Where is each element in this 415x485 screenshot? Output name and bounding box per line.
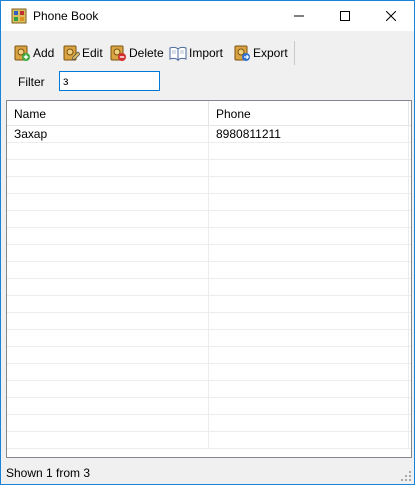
add-button[interactable]: Add	[13, 41, 54, 65]
edit-label: Edit	[82, 46, 103, 60]
close-icon	[386, 11, 396, 21]
empty-row	[7, 296, 411, 313]
delete-label: Delete	[129, 46, 164, 60]
cell-phone	[209, 262, 409, 278]
title-bar[interactable]: Phone Book	[1, 1, 414, 31]
cell-phone	[209, 194, 409, 210]
empty-row	[7, 364, 411, 381]
empty-row	[7, 381, 411, 398]
minimize-icon	[294, 15, 304, 17]
cell-name	[7, 381, 209, 397]
cell-phone	[209, 228, 409, 244]
empty-row	[7, 228, 411, 245]
empty-row	[7, 313, 411, 330]
cell-name	[7, 262, 209, 278]
filter-label: Filter	[18, 75, 45, 89]
import-label: Import	[189, 46, 224, 60]
column-header-phone[interactable]: Phone	[209, 101, 409, 126]
cell-name	[7, 432, 209, 448]
empty-row	[7, 432, 411, 449]
cell-name	[7, 398, 209, 414]
cell-phone	[209, 415, 409, 431]
cell-phone	[209, 432, 409, 448]
cell-name	[7, 313, 209, 329]
cell-name	[7, 160, 209, 176]
cell-name	[7, 279, 209, 295]
cell-name	[7, 228, 209, 244]
empty-row	[7, 398, 411, 415]
export-label: Export	[253, 46, 288, 60]
delete-button[interactable]: Delete	[109, 41, 164, 65]
cell-phone	[209, 279, 409, 295]
cell-phone: 8980811211	[209, 126, 409, 142]
toolbar: Add Edit Delete Import Export	[7, 41, 295, 65]
cell-phone	[209, 313, 409, 329]
export-button[interactable]: Export	[233, 41, 288, 65]
cell-name	[7, 347, 209, 363]
empty-row	[7, 415, 411, 432]
empty-row	[7, 245, 411, 262]
close-button[interactable]	[368, 1, 414, 31]
phonebook-app-icon	[11, 8, 27, 24]
grid-header: Name Phone	[7, 101, 411, 126]
empty-row	[7, 143, 411, 160]
cell-name	[7, 330, 209, 346]
cell-phone	[209, 364, 409, 380]
cell-phone	[209, 211, 409, 227]
cell-name	[7, 245, 209, 261]
cell-phone	[209, 245, 409, 261]
cell-phone	[209, 296, 409, 312]
cell-phone	[209, 330, 409, 346]
book-export-icon	[234, 45, 250, 61]
status-text: Shown 1 from 3	[6, 466, 91, 480]
resize-grip-icon[interactable]	[401, 471, 411, 481]
empty-row	[7, 279, 411, 296]
cell-name	[7, 143, 209, 159]
column-header-name[interactable]: Name	[7, 101, 209, 126]
cell-name: Захар	[7, 126, 209, 142]
empty-row	[7, 194, 411, 211]
window-title: Phone Book	[33, 9, 99, 23]
filter-input[interactable]	[59, 71, 160, 91]
table-row[interactable]: Захар 8980811211	[7, 126, 411, 143]
empty-row	[7, 177, 411, 194]
cell-phone	[209, 177, 409, 193]
cell-name	[7, 364, 209, 380]
minimize-button[interactable]	[276, 1, 322, 31]
cell-name	[7, 194, 209, 210]
book-delete-icon	[110, 45, 126, 61]
empty-row	[7, 262, 411, 279]
empty-row	[7, 330, 411, 347]
empty-row	[7, 160, 411, 177]
cell-name	[7, 296, 209, 312]
phone-book-window: Phone Book Add Edit Delete Import Export…	[0, 0, 415, 485]
cell-phone	[209, 160, 409, 176]
status-bar: Shown 1 from 3	[1, 462, 414, 484]
edit-button[interactable]: Edit	[62, 41, 103, 65]
cell-name	[7, 415, 209, 431]
cell-name	[7, 211, 209, 227]
book-add-icon	[14, 45, 30, 61]
cell-name	[7, 177, 209, 193]
maximize-button[interactable]	[322, 1, 368, 31]
cell-phone	[209, 398, 409, 414]
open-book-icon	[169, 46, 187, 62]
cell-phone	[209, 381, 409, 397]
add-label: Add	[33, 46, 55, 60]
contacts-grid[interactable]: Name Phone Захар 8980811211	[6, 100, 412, 458]
grid-rows: Захар 8980811211	[7, 126, 411, 449]
maximize-icon	[340, 11, 350, 21]
empty-row	[7, 347, 411, 364]
cell-phone	[209, 143, 409, 159]
import-button[interactable]: Import	[169, 41, 223, 65]
book-edit-icon	[63, 45, 80, 61]
empty-row	[7, 211, 411, 228]
cell-phone	[209, 347, 409, 363]
